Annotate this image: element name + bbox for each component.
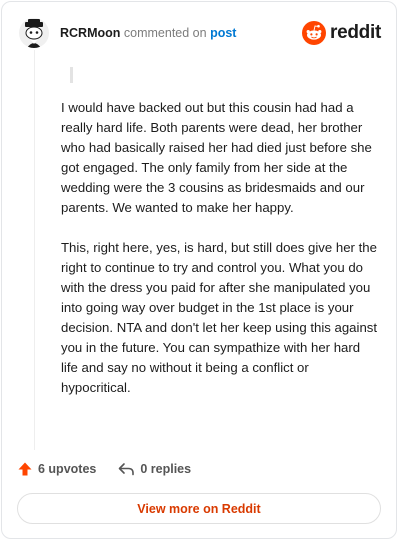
view-more-button[interactable]: View more on Reddit [17, 493, 381, 524]
reddit-wordmark: reddit [330, 22, 381, 43]
comment-paragraph: This, right here, yes, is hard, but stil… [61, 240, 378, 395]
upvote-arrow-icon [18, 462, 32, 476]
username[interactable]: RCRMoon [60, 26, 120, 40]
user-avatar[interactable] [19, 18, 49, 48]
quote-marker [70, 67, 73, 83]
snoo-avatar-icon [19, 18, 49, 48]
reply-arrow-icon [119, 463, 135, 476]
comment-header: RCRMoon commented on post reddit [19, 18, 381, 48]
reply-button[interactable]: 0 replies [118, 461, 191, 477]
comment-actions: 6 upvotes 0 replies [17, 459, 191, 479]
thread-line [34, 50, 35, 450]
action-text: commented on [123, 26, 207, 40]
comment-paragraph: I would have backed out but this cousin … [61, 100, 372, 215]
upvote-button[interactable]: 6 upvotes [17, 461, 96, 477]
reply-count: 0 replies [140, 462, 192, 476]
post-link[interactable]: post [210, 26, 236, 40]
reddit-logo[interactable]: reddit [302, 20, 381, 46]
comment-body: I would have backed out but this cousin … [61, 98, 379, 418]
comment-meta: RCRMoon commented on post [60, 25, 236, 41]
reddit-alien-icon [302, 21, 327, 45]
upvote-count: 6 upvotes [38, 462, 97, 476]
